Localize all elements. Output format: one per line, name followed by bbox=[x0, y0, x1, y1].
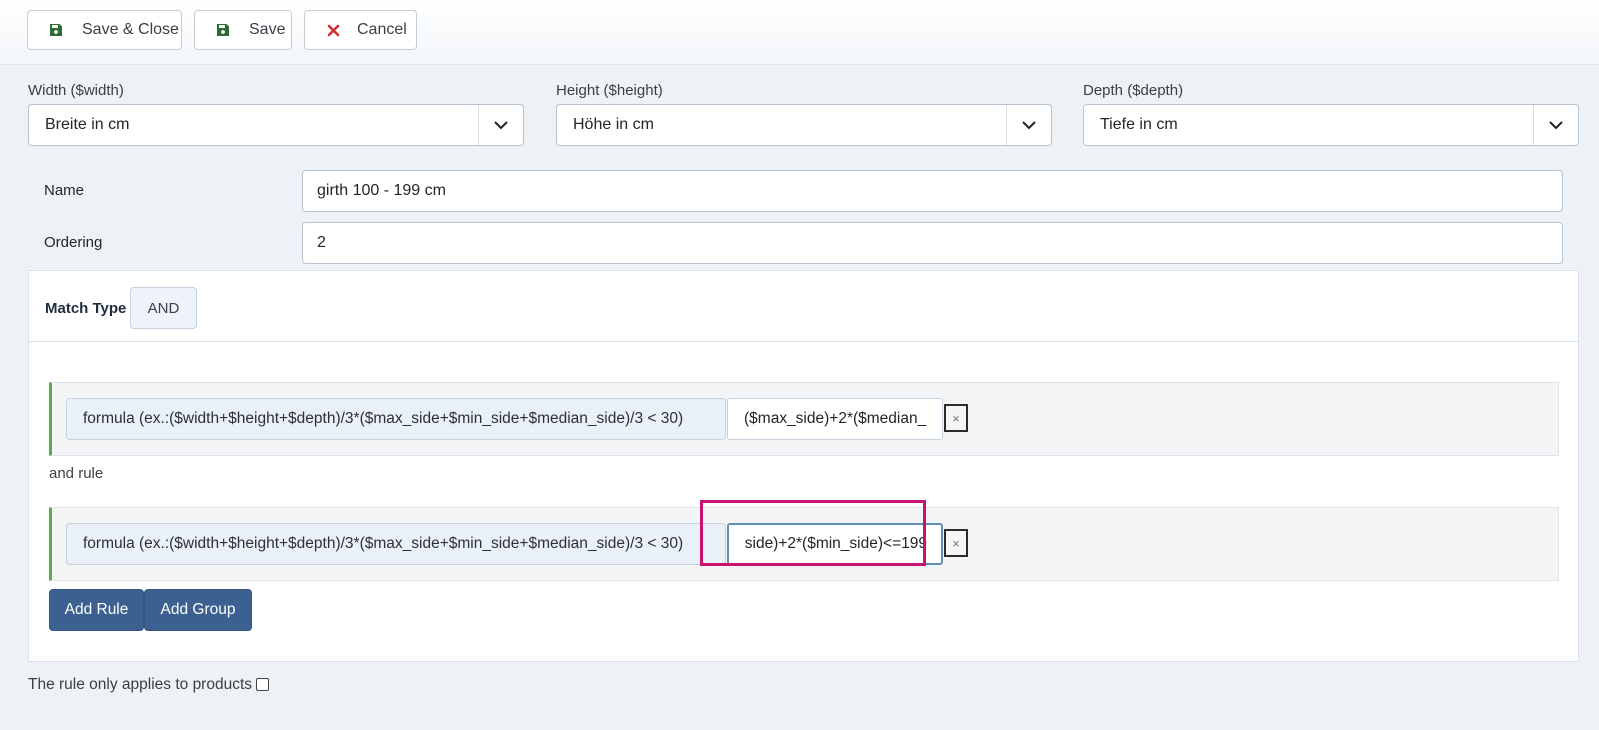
height-select[interactable]: Höhe in cm bbox=[556, 104, 1052, 146]
rule-field-label: formula (ex.:($width+$height+$depth)/3*(… bbox=[83, 410, 684, 427]
rule-joiner: and rule bbox=[49, 465, 104, 482]
cancel-label: Cancel bbox=[357, 21, 407, 38]
rule-builder: Match Type AND formula (ex.:($width+$hei… bbox=[28, 270, 1579, 662]
rule-field-select[interactable]: formula (ex.:($width+$height+$depth)/3*(… bbox=[66, 398, 726, 440]
rule-row: formula (ex.:($width+$height+$depth)/3*(… bbox=[49, 382, 1559, 456]
toolbar: Save & Close Save Cancel bbox=[0, 0, 1599, 65]
height-label: Height ($height) bbox=[556, 82, 663, 99]
name-label: Name bbox=[44, 182, 85, 199]
ordering-input[interactable]: 2 bbox=[302, 222, 1563, 264]
close-icon: × bbox=[952, 535, 960, 551]
rule-value-input[interactable]: side)+2*($min_side)<=199 bbox=[727, 523, 943, 565]
chevron-down-icon bbox=[1006, 105, 1051, 145]
match-type-value: AND bbox=[147, 299, 180, 317]
chevron-down-icon bbox=[1533, 105, 1578, 145]
depth-select-value: Tiefe in cm bbox=[1100, 116, 1178, 133]
add-group-button[interactable]: Add Group bbox=[144, 589, 252, 631]
width-label: Width ($width) bbox=[28, 82, 124, 99]
add-rule-label: Add Rule bbox=[64, 601, 129, 618]
floppy-disk-icon bbox=[48, 22, 64, 38]
rule-field-select[interactable]: formula (ex.:($width+$height+$depth)/3*(… bbox=[66, 523, 726, 565]
add-rule-button[interactable]: Add Rule bbox=[49, 589, 144, 631]
rule-value-text: ($max_side)+2*($median_ bbox=[744, 410, 927, 427]
depth-select[interactable]: Tiefe in cm bbox=[1083, 104, 1579, 146]
add-group-label: Add Group bbox=[160, 601, 236, 618]
products-only-checkbox[interactable] bbox=[256, 677, 270, 691]
rule-value-text: side)+2*($min_side)<=199 bbox=[744, 535, 927, 552]
width-select[interactable]: Breite in cm bbox=[28, 104, 524, 146]
rule-value-input[interactable]: ($max_side)+2*($median_ bbox=[727, 398, 943, 440]
rule-field-label: formula (ex.:($width+$height+$depth)/3*(… bbox=[83, 535, 684, 552]
rule-group-header: Match Type AND bbox=[29, 271, 1578, 342]
save-button[interactable]: Save bbox=[194, 10, 292, 50]
products-only-row: The rule only applies to products bbox=[28, 676, 270, 694]
save-close-label: Save & Close bbox=[82, 21, 179, 38]
match-type-button[interactable]: AND bbox=[130, 287, 197, 329]
close-icon bbox=[325, 22, 341, 38]
delete-rule-button[interactable]: × bbox=[944, 529, 968, 557]
cancel-button[interactable]: Cancel bbox=[304, 10, 417, 50]
depth-label: Depth ($depth) bbox=[1083, 82, 1184, 99]
name-input-value: girth 100 - 199 cm bbox=[317, 182, 446, 199]
name-input[interactable]: girth 100 - 199 cm bbox=[302, 170, 1563, 212]
match-type-label: Match Type bbox=[45, 300, 127, 317]
floppy-disk-icon bbox=[215, 22, 231, 38]
rule-row: formula (ex.:($width+$height+$depth)/3*(… bbox=[49, 507, 1559, 581]
delete-rule-button[interactable]: × bbox=[944, 404, 968, 432]
products-only-label: The rule only applies to products bbox=[28, 676, 253, 693]
close-icon: × bbox=[952, 410, 960, 426]
save-label: Save bbox=[249, 21, 286, 38]
ordering-label: Ordering bbox=[44, 234, 103, 251]
width-select-value: Breite in cm bbox=[45, 116, 130, 133]
height-select-value: Höhe in cm bbox=[573, 116, 654, 133]
save-close-button[interactable]: Save & Close bbox=[27, 10, 182, 50]
ordering-input-value: 2 bbox=[317, 234, 326, 251]
chevron-down-icon bbox=[478, 105, 523, 145]
